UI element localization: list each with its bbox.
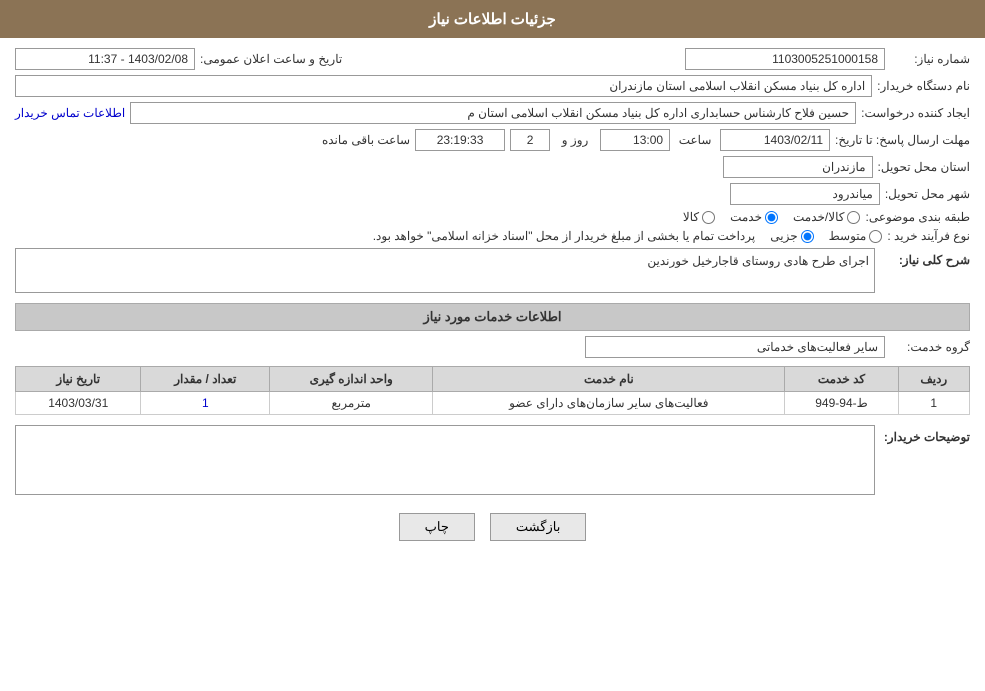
label-noe: نوع فرآیند خرید : [887,229,970,243]
row-grooh: گروه خدمت: سایر فعالیت‌های خدماتی [15,336,970,358]
th-vahed: واحد اندازه گیری [270,367,433,392]
field-ijad: حسین فلاح کارشناس حسابداری اداره کل بنیا… [130,102,856,124]
sharh-container: اجرای طرح هادی روستای قاجارخیل خورندین [15,248,875,293]
label-kala-khadamat: کالا/خدمت [793,210,844,224]
label-tabaqe: طبقه بندی موضوعی: [865,210,970,224]
row-nam-dastgah: نام دستگاه خریدار: اداره کل بنیاد مسکن ا… [15,75,970,97]
row-ostan: استان محل تحویل: مازندران [15,156,970,178]
content-area: شماره نیاز: 1103005251000158 تاریخ و ساع… [0,38,985,551]
field-tarikh: 1403/02/08 - 11:37 [15,48,195,70]
cell-kod: ط-94-949 [785,392,898,415]
page-wrapper: جزئیات اطلاعات نیاز شماره نیاز: 11030052… [0,0,985,691]
table-header-row: ردیف کد خدمت نام خدمت واحد اندازه گیری ت… [16,367,970,392]
page-title: جزئیات اطلاعات نیاز [0,0,985,38]
field-shomara: 1103005251000158 [685,48,885,70]
radio-noe: متوسط جزیی [770,229,882,243]
row-ijad: ایجاد کننده درخواست: حسین فلاح کارشناس ح… [15,102,970,124]
label-saat: ساعت [675,133,715,147]
service-table: ردیف کد خدمت نام خدمت واحد اندازه گیری ت… [15,366,970,415]
row-mohlat: مهلت ارسال پاسخ: تا تاریخ: 1403/02/11 سا… [15,129,970,151]
cell-tedad: 1 [141,392,270,415]
radio-jozvi: جزیی [770,229,813,243]
th-radif: ردیف [898,367,969,392]
label-motovaset: متوسط [829,229,867,243]
label-baqi: ساعت باقی مانده [320,133,410,147]
label-mohlat: مهلت ارسال پاسخ: تا تاریخ: [835,133,970,147]
field-mohlat-rooz: 2 [510,129,550,151]
row-shahr: شهر محل تحویل: میاندرود [15,183,970,205]
label-rooz: روز و [555,133,595,147]
label-shahr: شهر محل تحویل: [885,187,970,201]
th-tedad: تعداد / مقدار [141,367,270,392]
label-nam-dastgah: نام دستگاه خریدار: [877,79,970,93]
table-row: 1 ط-94-949 فعالیت‌های سایر سازمان‌های دا… [16,392,970,415]
radio-motovaset: متوسط [829,229,883,243]
th-kod: کد خدمت [785,367,898,392]
label-sharh: شرح کلی نیاز: [880,248,970,267]
row-shomara-tarikh: شماره نیاز: 1103005251000158 تاریخ و ساع… [15,48,970,70]
label-grooh: گروه خدمت: [890,340,970,354]
label-tarikh: تاریخ و ساعت اعلان عمومی: [200,52,342,66]
row-sharh: شرح کلی نیاز: اجرای طرح هادی روستای قاجا… [15,248,970,293]
radio-kala: کالا [683,210,715,224]
label-kala: کالا [683,210,699,224]
radio-khadamat-input[interactable] [765,211,778,224]
radio-kala-khadamat-input[interactable] [847,211,860,224]
field-shahr: میاندرود [730,183,880,205]
noe-text: پرداخت تمام یا بخشی از مبلغ خریدار از مح… [373,229,756,243]
radio-kala-khadamat: کالا/خدمت [793,210,860,224]
radio-kala-input[interactable] [702,211,715,224]
field-mohlat-baqi: 23:19:33 [415,129,505,151]
textarea-buyer-desc[interactable] [15,425,875,495]
field-grooh: سایر فعالیت‌های خدماتی [585,336,885,358]
cell-nam: فعالیت‌های سایر سازمان‌های دارای عضو [433,392,785,415]
cell-vahed: مترمربع [270,392,433,415]
cell-radif: 1 [898,392,969,415]
radio-tabaqe: کالا/خدمت خدمت کالا [683,210,861,224]
row-tabaqe: طبقه بندی موضوعی: کالا/خدمت خدمت کالا [15,210,970,224]
radio-motovaset-input[interactable] [869,230,882,243]
label-jozvi: جزیی [770,229,797,243]
th-tarikh: تاریخ نیاز [16,367,141,392]
th-nam: نام خدمت [433,367,785,392]
section-title-service: اطلاعات خدمات مورد نیاز [15,303,970,331]
row-noe: نوع فرآیند خرید : متوسط جزیی پرداخت تمام… [15,229,970,243]
field-nam-dastgah: اداره کل بنیاد مسکن انقلاب اسلامی استان … [15,75,872,97]
field-sharh: اجرای طرح هادی روستای قاجارخیل خورندین [15,248,875,293]
field-ostan: مازندران [723,156,873,178]
label-shomara: شماره نیاز: [890,52,970,66]
label-buyer-desc: توضیحات خریدار: [880,425,970,444]
label-ostan: استان محل تحویل: [878,160,970,174]
label-khadamat: خدمت [730,210,762,224]
cell-tarikh: 1403/03/31 [16,392,141,415]
link-etelaaat[interactable]: اطلاعات تماس خریدار [15,106,125,120]
field-mohlat-saat: 13:00 [600,129,670,151]
radio-jozvi-input[interactable] [801,230,814,243]
bottom-buttons: بازگشت چاپ [15,513,970,541]
field-mohlat-date: 1403/02/11 [720,129,830,151]
label-ijad: ایجاد کننده درخواست: [861,106,970,120]
radio-khadamat: خدمت [730,210,778,224]
row-buyer-desc: توضیحات خریدار: [15,425,970,498]
buyer-desc-container [15,425,875,498]
table-body: 1 ط-94-949 فعالیت‌های سایر سازمان‌های دا… [16,392,970,415]
btn-print[interactable]: چاپ [399,513,475,541]
btn-back[interactable]: بازگشت [490,513,586,541]
